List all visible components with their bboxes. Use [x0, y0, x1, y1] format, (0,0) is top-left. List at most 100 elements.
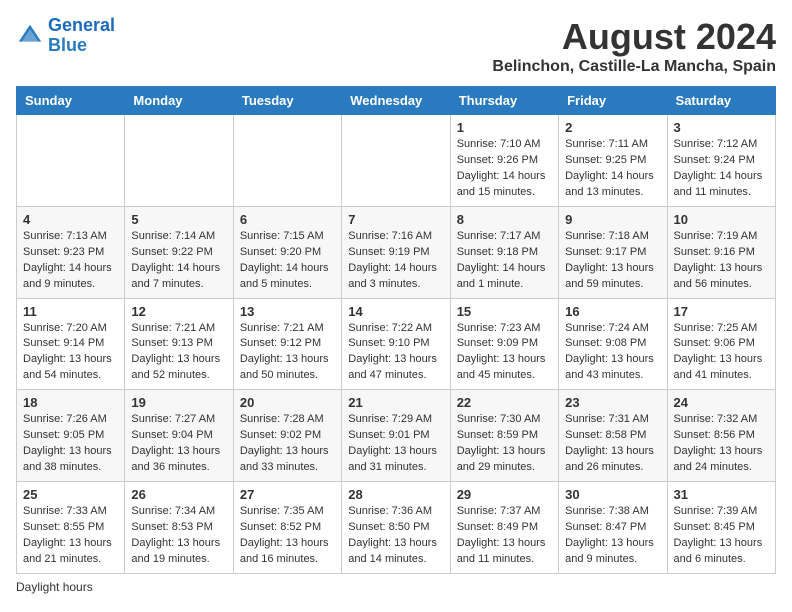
calendar-cell: 15 Sunrise: 7:23 AM Sunset: 9:09 PM Dayli… [450, 298, 558, 390]
day-number: 12 [131, 304, 226, 319]
calendar-cell [125, 115, 233, 207]
day-info: Sunrise: 7:34 AM Sunset: 8:53 PM Dayligh… [131, 504, 226, 568]
calendar-cell: 24 Sunrise: 7:32 AM Sunset: 8:56 PM Dayli… [667, 390, 775, 482]
footer-note: Daylight hours [16, 580, 776, 594]
calendar-header-row: SundayMondayTuesdayWednesdayThursdayFrid… [17, 87, 776, 115]
day-number: 3 [674, 120, 769, 135]
calendar-cell: 16 Sunrise: 7:24 AM Sunset: 9:08 PM Dayli… [559, 298, 667, 390]
day-info: Sunrise: 7:24 AM Sunset: 9:08 PM Dayligh… [565, 321, 660, 385]
day-number: 1 [457, 120, 552, 135]
calendar-cell: 29Sunrise: 7:37 AM Sunset: 8:49 PM Dayli… [450, 482, 558, 574]
day-info: Sunrise: 7:10 AM Sunset: 9:26 PM Dayligh… [457, 137, 552, 201]
day-number: 30 [565, 487, 660, 502]
day-info: Sunrise: 7:38 AM Sunset: 8:47 PM Dayligh… [565, 504, 660, 568]
calendar-cell: 11 Sunrise: 7:20 AM Sunset: 9:14 PM Dayli… [17, 298, 125, 390]
day-number: 28 [348, 487, 443, 502]
calendar-cell: 17Sunrise: 7:25 AM Sunset: 9:06 PM Dayli… [667, 298, 775, 390]
calendar-week-4: 18Sunrise: 7:26 AM Sunset: 9:05 PM Dayli… [17, 390, 776, 482]
calendar-cell [17, 115, 125, 207]
day-info: Sunrise: 7:27 AM Sunset: 9:04 PM Dayligh… [131, 412, 226, 476]
calendar-cell: 6Sunrise: 7:15 AM Sunset: 9:20 PM Daylig… [233, 206, 341, 298]
day-info: Sunrise: 7:14 AM Sunset: 9:22 PM Dayligh… [131, 229, 226, 293]
day-number: 25 [23, 487, 118, 502]
day-info: Sunrise: 7:18 AM Sunset: 9:17 PM Dayligh… [565, 229, 660, 293]
day-number: 9 [565, 212, 660, 227]
day-info: Sunrise: 7:22 AM Sunset: 9:10 PM Dayligh… [348, 321, 443, 385]
day-info: Sunrise: 7:36 AM Sunset: 8:50 PM Dayligh… [348, 504, 443, 568]
day-info: Sunrise: 7:39 AM Sunset: 8:45 PM Dayligh… [674, 504, 769, 568]
calendar-cell: 28 Sunrise: 7:36 AM Sunset: 8:50 PM Dayli… [342, 482, 450, 574]
day-number: 5 [131, 212, 226, 227]
calendar-cell: 21 Sunrise: 7:29 AM Sunset: 9:01 PM Dayli… [342, 390, 450, 482]
calendar-cell: 23Sunrise: 7:31 AM Sunset: 8:58 PM Dayli… [559, 390, 667, 482]
day-info: Sunrise: 7:17 AM Sunset: 9:18 PM Dayligh… [457, 229, 552, 293]
calendar-header-wednesday: Wednesday [342, 87, 450, 115]
day-info: Sunrise: 7:32 AM Sunset: 8:56 PM Dayligh… [674, 412, 769, 476]
day-number: 14 [348, 304, 443, 319]
day-info: Sunrise: 7:19 AM Sunset: 9:16 PM Dayligh… [674, 229, 769, 293]
day-info: Sunrise: 7:13 AM Sunset: 9:23 PM Dayligh… [23, 229, 118, 293]
day-info: Sunrise: 7:29 AM Sunset: 9:01 PM Dayligh… [348, 412, 443, 476]
day-info: Sunrise: 7:23 AM Sunset: 9:09 PM Dayligh… [457, 321, 552, 385]
day-number: 22 [457, 395, 552, 410]
day-info: Sunrise: 7:30 AM Sunset: 8:59 PM Dayligh… [457, 412, 552, 476]
day-info: Sunrise: 7:21 AM Sunset: 9:13 PM Dayligh… [131, 321, 226, 385]
calendar-cell: 7Sunrise: 7:16 AM Sunset: 9:19 PM Daylig… [342, 206, 450, 298]
day-number: 24 [674, 395, 769, 410]
calendar-cell: 25 Sunrise: 7:33 AM Sunset: 8:55 PM Dayli… [17, 482, 125, 574]
day-number: 2 [565, 120, 660, 135]
calendar-cell: 5 Sunrise: 7:14 AM Sunset: 9:22 PM Daylig… [125, 206, 233, 298]
calendar-header-thursday: Thursday [450, 87, 558, 115]
calendar-week-5: 25 Sunrise: 7:33 AM Sunset: 8:55 PM Dayli… [17, 482, 776, 574]
day-info: Sunrise: 7:21 AM Sunset: 9:12 PM Dayligh… [240, 321, 335, 385]
day-number: 20 [240, 395, 335, 410]
day-info: Sunrise: 7:28 AM Sunset: 9:02 PM Dayligh… [240, 412, 335, 476]
logo: General Blue [16, 16, 115, 56]
day-number: 10 [674, 212, 769, 227]
day-number: 8 [457, 212, 552, 227]
main-title: August 2024 [492, 16, 776, 58]
day-info: Sunrise: 7:35 AM Sunset: 8:52 PM Dayligh… [240, 504, 335, 568]
title-section: August 2024 Belinchon, Castille-La Manch… [492, 16, 776, 76]
day-number: 26 [131, 487, 226, 502]
calendar-cell: 1 Sunrise: 7:10 AM Sunset: 9:26 PM Daylig… [450, 115, 558, 207]
calendar-header-sunday: Sunday [17, 87, 125, 115]
calendar-header-friday: Friday [559, 87, 667, 115]
day-number: 13 [240, 304, 335, 319]
day-info: Sunrise: 7:20 AM Sunset: 9:14 PM Dayligh… [23, 321, 118, 385]
calendar-cell: 9 Sunrise: 7:18 AM Sunset: 9:17 PM Daylig… [559, 206, 667, 298]
day-number: 6 [240, 212, 335, 227]
day-info: Sunrise: 7:33 AM Sunset: 8:55 PM Dayligh… [23, 504, 118, 568]
calendar-cell: 19 Sunrise: 7:27 AM Sunset: 9:04 PM Dayli… [125, 390, 233, 482]
calendar-week-2: 4 Sunrise: 7:13 AM Sunset: 9:23 PM Daylig… [17, 206, 776, 298]
day-info: Sunrise: 7:37 AM Sunset: 8:49 PM Dayligh… [457, 504, 552, 568]
day-number: 7 [348, 212, 443, 227]
calendar-cell: 26 Sunrise: 7:34 AM Sunset: 8:53 PM Dayli… [125, 482, 233, 574]
calendar-cell: 22 Sunrise: 7:30 AM Sunset: 8:59 PM Dayli… [450, 390, 558, 482]
logo-text: General Blue [48, 16, 115, 56]
day-info: Sunrise: 7:25 AM Sunset: 9:06 PM Dayligh… [674, 321, 769, 385]
day-number: 19 [131, 395, 226, 410]
day-number: 4 [23, 212, 118, 227]
calendar-cell: 8 Sunrise: 7:17 AM Sunset: 9:18 PM Daylig… [450, 206, 558, 298]
calendar-cell [342, 115, 450, 207]
calendar-cell: 20 Sunrise: 7:28 AM Sunset: 9:02 PM Dayli… [233, 390, 341, 482]
day-info: Sunrise: 7:12 AM Sunset: 9:24 PM Dayligh… [674, 137, 769, 201]
calendar-week-1: 1 Sunrise: 7:10 AM Sunset: 9:26 PM Daylig… [17, 115, 776, 207]
day-info: Sunrise: 7:11 AM Sunset: 9:25 PM Dayligh… [565, 137, 660, 201]
day-number: 16 [565, 304, 660, 319]
calendar-cell: 10 Sunrise: 7:19 AM Sunset: 9:16 PM Dayli… [667, 206, 775, 298]
calendar-cell [233, 115, 341, 207]
calendar-cell: 18Sunrise: 7:26 AM Sunset: 9:05 PM Dayli… [17, 390, 125, 482]
calendar-cell: 4 Sunrise: 7:13 AM Sunset: 9:23 PM Daylig… [17, 206, 125, 298]
day-number: 21 [348, 395, 443, 410]
calendar-cell: 30 Sunrise: 7:38 AM Sunset: 8:47 PM Dayli… [559, 482, 667, 574]
day-number: 15 [457, 304, 552, 319]
calendar-cell: 3 Sunrise: 7:12 AM Sunset: 9:24 PM Daylig… [667, 115, 775, 207]
calendar-cell: 27Sunrise: 7:35 AM Sunset: 8:52 PM Dayli… [233, 482, 341, 574]
calendar-cell: 31Sunrise: 7:39 AM Sunset: 8:45 PM Dayli… [667, 482, 775, 574]
calendar-cell: 12 Sunrise: 7:21 AM Sunset: 9:13 PM Dayli… [125, 298, 233, 390]
calendar-table: SundayMondayTuesdayWednesdayThursdayFrid… [16, 86, 776, 574]
day-number: 11 [23, 304, 118, 319]
page-header: General Blue August 2024 Belinchon, Cast… [16, 16, 776, 76]
